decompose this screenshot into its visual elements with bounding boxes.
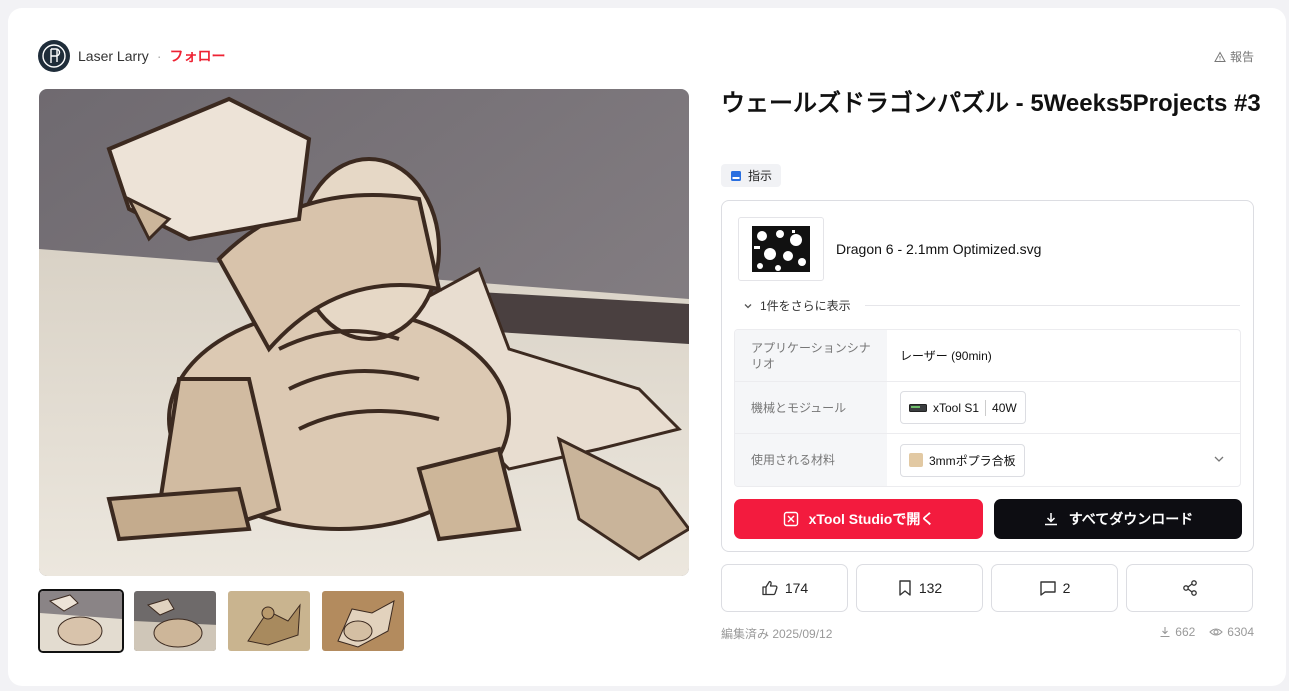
chip-separator (985, 399, 987, 416)
download-icon (1160, 627, 1170, 638)
author-row: Laser Larry · フォロー (38, 40, 225, 72)
machine-name: xTool S1 (933, 400, 980, 415)
thumbnail-3[interactable] (226, 589, 312, 653)
like-count: 174 (784, 580, 809, 596)
view-stat: 6304 (1209, 625, 1254, 639)
eye-icon (1209, 628, 1224, 636)
spec-value: 3mmポプラ合板 (887, 434, 1240, 486)
machine-module: 40W (992, 400, 1017, 415)
download-stat: 662 (1159, 625, 1195, 639)
spec-label: 機械とモジュール (735, 382, 887, 433)
show-more-files[interactable]: 1件をさらに表示 (742, 297, 1240, 314)
like-button[interactable]: 174 (721, 564, 848, 612)
file-name: Dragon 6 - 2.1mm Optimized.svg (836, 241, 1042, 257)
spec-label: 使用される材料 (735, 434, 887, 486)
thumbnail-1[interactable] (38, 589, 124, 653)
file-item[interactable]: Dragon 6 - 2.1mm Optimized.svg (738, 217, 1041, 281)
show-more-label: 1件をさらに表示 (760, 299, 851, 313)
comment-icon (1039, 581, 1056, 596)
material-chip[interactable]: 3mmポプラ合板 (900, 443, 1025, 477)
thumbnail-4[interactable] (320, 589, 406, 653)
thumbnail-2[interactable] (132, 589, 218, 653)
download-icon (1044, 513, 1057, 526)
avatar[interactable] (38, 40, 70, 72)
thumbnail-image (134, 591, 216, 651)
thumbnail-image (322, 591, 404, 651)
comment-count: 2 (1062, 580, 1071, 596)
report-button[interactable]: 報告 (1214, 48, 1254, 65)
specs-table: アプリケーションシナリオ レーザー (90min) 機械とモジュール xTool… (734, 329, 1241, 487)
spec-row-scenario: アプリケーションシナリオ レーザー (90min) (735, 330, 1240, 382)
chevron-down-icon[interactable] (1212, 452, 1226, 466)
thumbs-up-icon (762, 580, 778, 596)
project-card: Laser Larry · フォロー 報告 ウェールズドラゴンパズル - 5We… (8, 8, 1286, 686)
document-icon (731, 170, 741, 181)
dragon-photo (39, 89, 689, 576)
download-button-label: すべてダウンロード (1068, 511, 1194, 527)
spec-label: アプリケーションシナリオ (735, 330, 887, 381)
file-preview (738, 217, 824, 281)
scenario-value: レーザー (90min) (900, 349, 992, 363)
laser-machine-icon (909, 403, 927, 412)
spec-row-machine: 機械とモジュール xTool S1 40W (735, 382, 1240, 434)
svg-preview-icon (752, 226, 810, 272)
thumbnail-strip (38, 589, 406, 653)
warning-icon (1214, 50, 1226, 62)
tag-label: 指示 (748, 169, 773, 183)
comment-button[interactable]: 2 (991, 564, 1118, 612)
spec-value: xTool S1 40W (887, 382, 1240, 433)
machine-chip[interactable]: xTool S1 40W (900, 391, 1026, 424)
follow-button[interactable]: フォロー (169, 46, 225, 66)
chevron-down-icon (744, 303, 752, 308)
thumbnail-image (228, 591, 310, 651)
bookmark-icon (899, 580, 911, 596)
download-all-button[interactable]: すべてダウンロード (994, 499, 1242, 539)
material-name: 3mmポプラ合板 (929, 453, 1016, 468)
bookmark-count: 132 (918, 580, 943, 596)
report-label: 報告 (1229, 50, 1254, 64)
stats: 662 6304 (1159, 625, 1254, 639)
share-icon (1182, 580, 1197, 596)
open-in-xtool-studio-button[interactable]: xTool Studioで開く (734, 499, 983, 539)
author-name[interactable]: Laser Larry (78, 48, 149, 64)
share-button[interactable] (1126, 564, 1253, 612)
bookmark-button[interactable]: 132 (856, 564, 983, 612)
project-title: ウェールズドラゴンパズル - 5Weeks5Projects #3 (721, 90, 1261, 117)
download-count: 662 (1175, 625, 1196, 639)
files-panel: Dragon 6 - 2.1mm Optimized.svg 1件をさらに表示 … (721, 200, 1254, 552)
open-button-label: xTool Studioで開く (808, 511, 935, 527)
edited-date: 編集済み 2025/09/12 (721, 627, 833, 641)
open-external-icon (783, 511, 798, 527)
action-bar: 174 132 2 (721, 564, 1253, 612)
thumbnail-image (40, 591, 122, 651)
instructions-tag[interactable]: 指示 (721, 164, 782, 187)
spec-value: レーザー (90min) (887, 330, 1240, 381)
view-count: 6304 (1227, 625, 1254, 639)
material-swatch (909, 453, 923, 467)
main-project-image[interactable] (39, 89, 689, 576)
avatar-logo-icon (42, 44, 66, 68)
separator-dot: · (156, 48, 162, 64)
divider (864, 305, 1240, 306)
spec-row-material: 使用される材料 3mmポプラ合板 (735, 434, 1240, 486)
